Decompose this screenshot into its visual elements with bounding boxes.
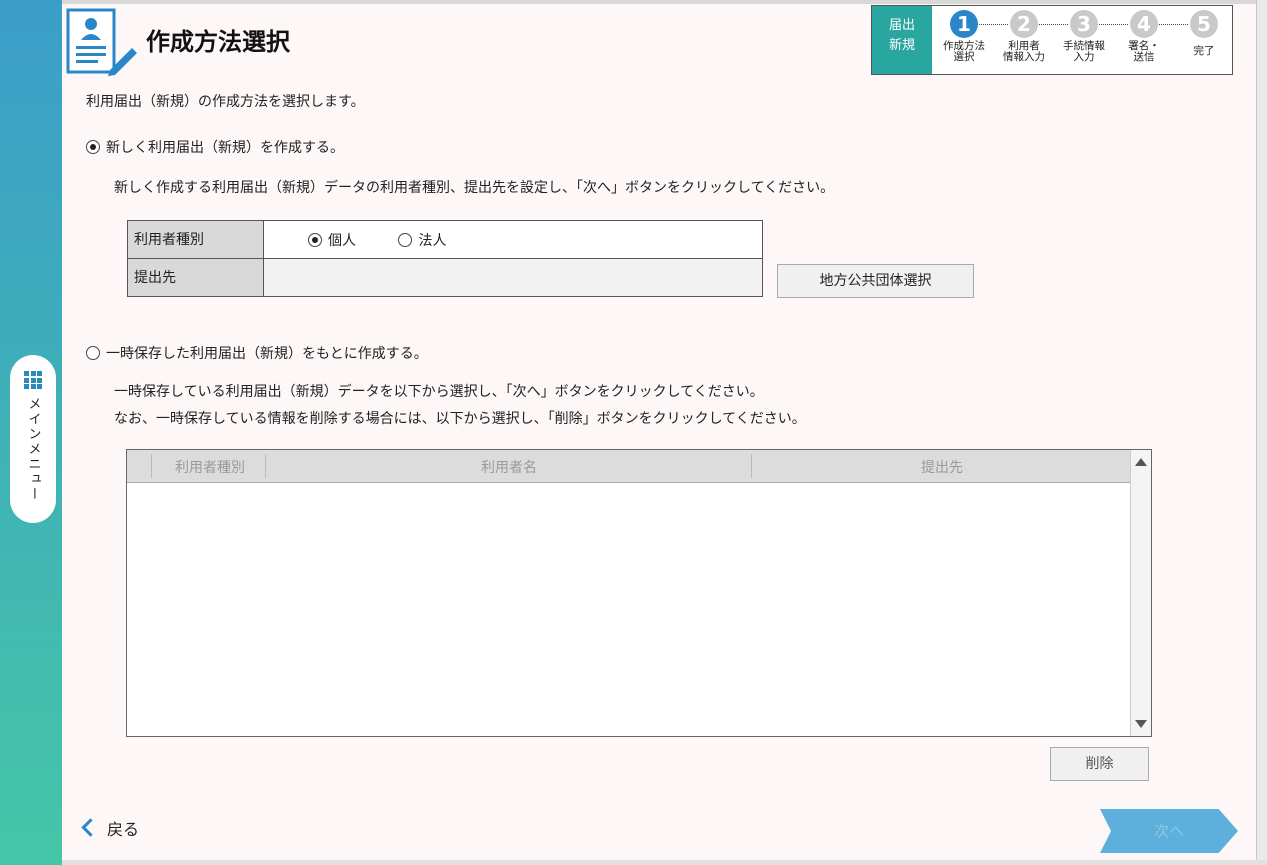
window-right-frame: [1256, 0, 1267, 865]
page-title: 作成方法選択: [146, 28, 290, 56]
option-new-label: 新しく利用届出（新規）を作成する。: [106, 140, 344, 156]
corporation-label: 法人: [418, 232, 447, 249]
next-button[interactable]: 次へ: [1100, 809, 1238, 853]
main-menu-button[interactable]: メインメニュー: [10, 355, 56, 523]
main-menu-label: メインメニュー: [25, 397, 41, 502]
document-edit-icon: [66, 8, 137, 76]
back-button[interactable]: 戻る: [81, 816, 140, 840]
option-saved-label: 一時保存した利用届出（新規）をもとに作成する。: [106, 346, 428, 362]
step-label: 作成方法 選択: [943, 40, 985, 63]
option-new-radio[interactable]: [86, 140, 100, 154]
step-number: 2: [1010, 10, 1038, 38]
step-number: 3: [1070, 10, 1098, 38]
progress-steps: 届出 新規 1 作成方法 選択 2 利用者 情報入力 3 手続情報 入力 4 署…: [871, 5, 1233, 75]
form-type-badge: 届出 新規: [872, 6, 932, 74]
step-1: 1 作成方法 選択: [934, 6, 994, 63]
option-saved-description-2: なお、一時保存している情報を削除する場合には、以下から選択し、「削除」ボタンをク…: [114, 411, 806, 427]
back-label: 戻る: [107, 820, 140, 839]
individual-radio[interactable]: [308, 232, 322, 247]
option-saved-description-1: 一時保存している利用届出（新規）データを以下から選択し、「次へ」ボタンをクリック…: [114, 384, 764, 400]
option-saved-radio[interactable]: [86, 346, 100, 360]
delete-button[interactable]: 削除: [1050, 747, 1149, 781]
badge-text: 届出 新規: [888, 18, 915, 53]
step-4: 4 署名・ 送信: [1114, 6, 1174, 63]
window-bottom-frame: [62, 860, 1267, 865]
saved-list-header: 利用者種別 利用者名 提出先: [127, 450, 1131, 483]
step-label: 手続情報 入力: [1063, 40, 1105, 63]
user-type-individual[interactable]: 個人: [308, 232, 356, 249]
destination-header: 提出先: [127, 258, 264, 297]
step-label: 利用者 情報入力: [1003, 40, 1045, 63]
column-user-type[interactable]: 利用者種別: [155, 457, 265, 477]
intro-text: 利用届出（新規）の作成方法を選択します。: [86, 94, 365, 110]
step-2: 2 利用者 情報入力: [994, 6, 1054, 63]
option-saved-row[interactable]: 一時保存した利用届出（新規）をもとに作成する。: [86, 343, 428, 363]
scroll-down-arrow-icon[interactable]: [1135, 720, 1147, 728]
saved-data-list[interactable]: 利用者種別 利用者名 提出先: [126, 449, 1152, 737]
column-destination[interactable]: 提出先: [753, 457, 1131, 477]
new-settings-table: 利用者種別 個人 法人 提出先: [127, 220, 763, 297]
step-number: 1: [950, 10, 978, 38]
option-new-description: 新しく作成する利用届出（新規）データの利用者種別、提出先を設定し、「次へ」ボタン…: [114, 180, 835, 196]
user-type-corporation[interactable]: 法人: [398, 232, 447, 249]
chevron-left-icon: [81, 818, 100, 837]
step-number: 5: [1190, 10, 1218, 38]
user-type-cell: 個人 法人: [263, 220, 763, 259]
individual-label: 個人: [328, 232, 356, 249]
column-user-name[interactable]: 利用者名: [267, 457, 751, 477]
grid-icon: [24, 371, 42, 389]
sidebar: メインメニュー: [0, 0, 62, 865]
top-window-strip: [0, 0, 1267, 4]
user-type-header: 利用者種別: [127, 220, 264, 259]
scroll-up-arrow-icon[interactable]: [1135, 458, 1147, 466]
corporation-radio[interactable]: [398, 232, 413, 247]
option-new-row[interactable]: 新しく利用届出（新規）を作成する。: [86, 137, 344, 157]
destination-field: [263, 258, 763, 297]
step-3: 3 手続情報 入力: [1054, 6, 1114, 63]
step-label: 完了: [1193, 45, 1215, 57]
list-scrollbar[interactable]: [1130, 450, 1151, 736]
step-5: 5 完了: [1174, 6, 1234, 57]
select-municipality-button[interactable]: 地方公共団体選択: [777, 264, 974, 298]
step-label: 署名・ 送信: [1128, 40, 1160, 63]
step-number: 4: [1130, 10, 1158, 38]
